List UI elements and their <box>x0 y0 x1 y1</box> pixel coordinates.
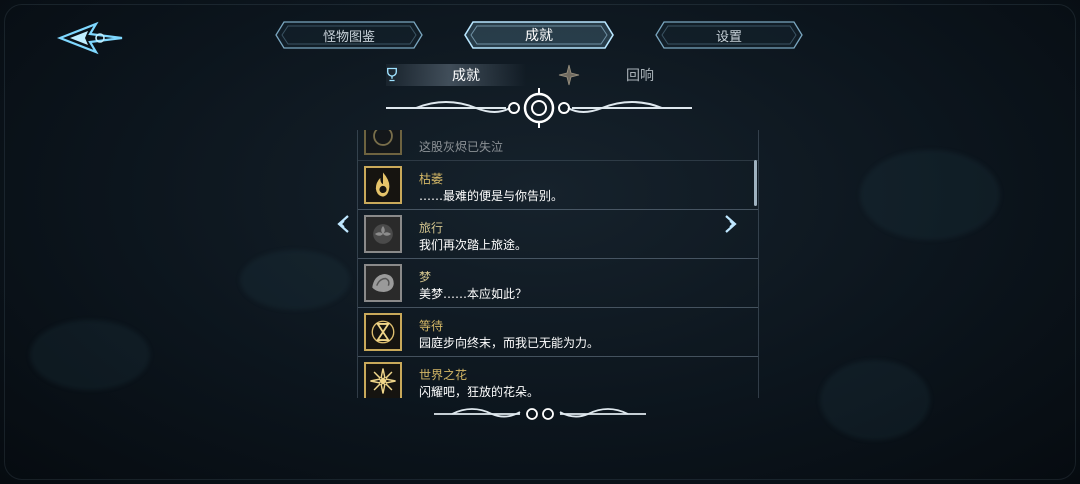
tab-label: 怪物图鉴 <box>322 29 375 45</box>
tab-label: 设置 <box>715 29 742 45</box>
flower-locked-icon <box>364 215 402 253</box>
sunflower-icon <box>364 362 402 398</box>
previous-page-arrow-icon[interactable] <box>334 213 352 235</box>
star-compass-icon <box>558 64 580 86</box>
hourglass-icon <box>364 313 402 351</box>
tab-label: 成就 <box>525 28 553 44</box>
achievement-description: 我们再次踏上旅途。 <box>419 238 528 252</box>
achievement-title: 世界之花 <box>419 368 468 382</box>
achievement-title: 梦 <box>419 270 432 284</box>
flame-icon <box>364 166 402 204</box>
shell-locked-icon <box>364 264 402 302</box>
trophy-icon <box>387 67 397 82</box>
achievement-row[interactable]: 等待 园庭步向终末，而我已无能为力。 <box>358 308 758 357</box>
ornament-divider-bottom <box>434 408 646 420</box>
background-decoration <box>240 250 350 310</box>
scrollbar-thumb[interactable] <box>754 160 757 206</box>
achievement-row[interactable]: 世界之花 闪耀吧，狂放的花朵。 <box>358 357 758 398</box>
achievement-row[interactable]: 这股灰烬已失泣 <box>358 130 758 161</box>
ornament-divider-top <box>386 88 692 128</box>
achievement-description: 这股灰烬已失泣 <box>419 140 504 154</box>
achievement-description: 园庭步向终末，而我已无能为力。 <box>419 336 600 350</box>
background-decoration <box>860 150 1000 240</box>
tab-settings[interactable]: 设置 <box>654 20 804 50</box>
achievement-row[interactable]: 旅行 我们再次踏上旅途。 <box>358 210 758 259</box>
subtab-label: 回响 <box>626 68 654 84</box>
achievement-description: 闪耀吧，狂放的花朵。 <box>419 385 540 398</box>
back-button[interactable] <box>56 16 126 60</box>
back-arrow-icon <box>56 21 123 55</box>
subtab-echo[interactable]: 回响 <box>556 64 666 86</box>
achievement-row[interactable]: 梦 美梦……本应如此？ <box>358 259 758 308</box>
tab-achievements[interactable]: 成就 <box>463 20 615 50</box>
background-decoration <box>30 320 150 390</box>
achievement-title: 等待 <box>419 319 444 333</box>
achievement-list[interactable]: 这股灰烬已失泣 枯萎 ……最难的便是与你告别。 旅行 我们再次踏上旅途。 梦 美… <box>357 130 759 398</box>
achievement-row[interactable]: 枯萎 ……最难的便是与你告别。 <box>358 161 758 210</box>
tab-monster-bestiary[interactable]: 怪物图鉴 <box>274 20 424 50</box>
gold-emblem-icon <box>364 130 402 155</box>
achievement-title: 枯萎 <box>419 172 444 186</box>
achievement-description: 美梦……本应如此？ <box>419 287 528 301</box>
subtab-achievements[interactable]: 成就 <box>386 64 526 86</box>
background-decoration <box>820 360 930 440</box>
achievement-title: 旅行 <box>419 221 444 235</box>
achievement-description: ……最难的便是与你告别。 <box>419 189 564 203</box>
subtab-label: 成就 <box>452 68 480 84</box>
